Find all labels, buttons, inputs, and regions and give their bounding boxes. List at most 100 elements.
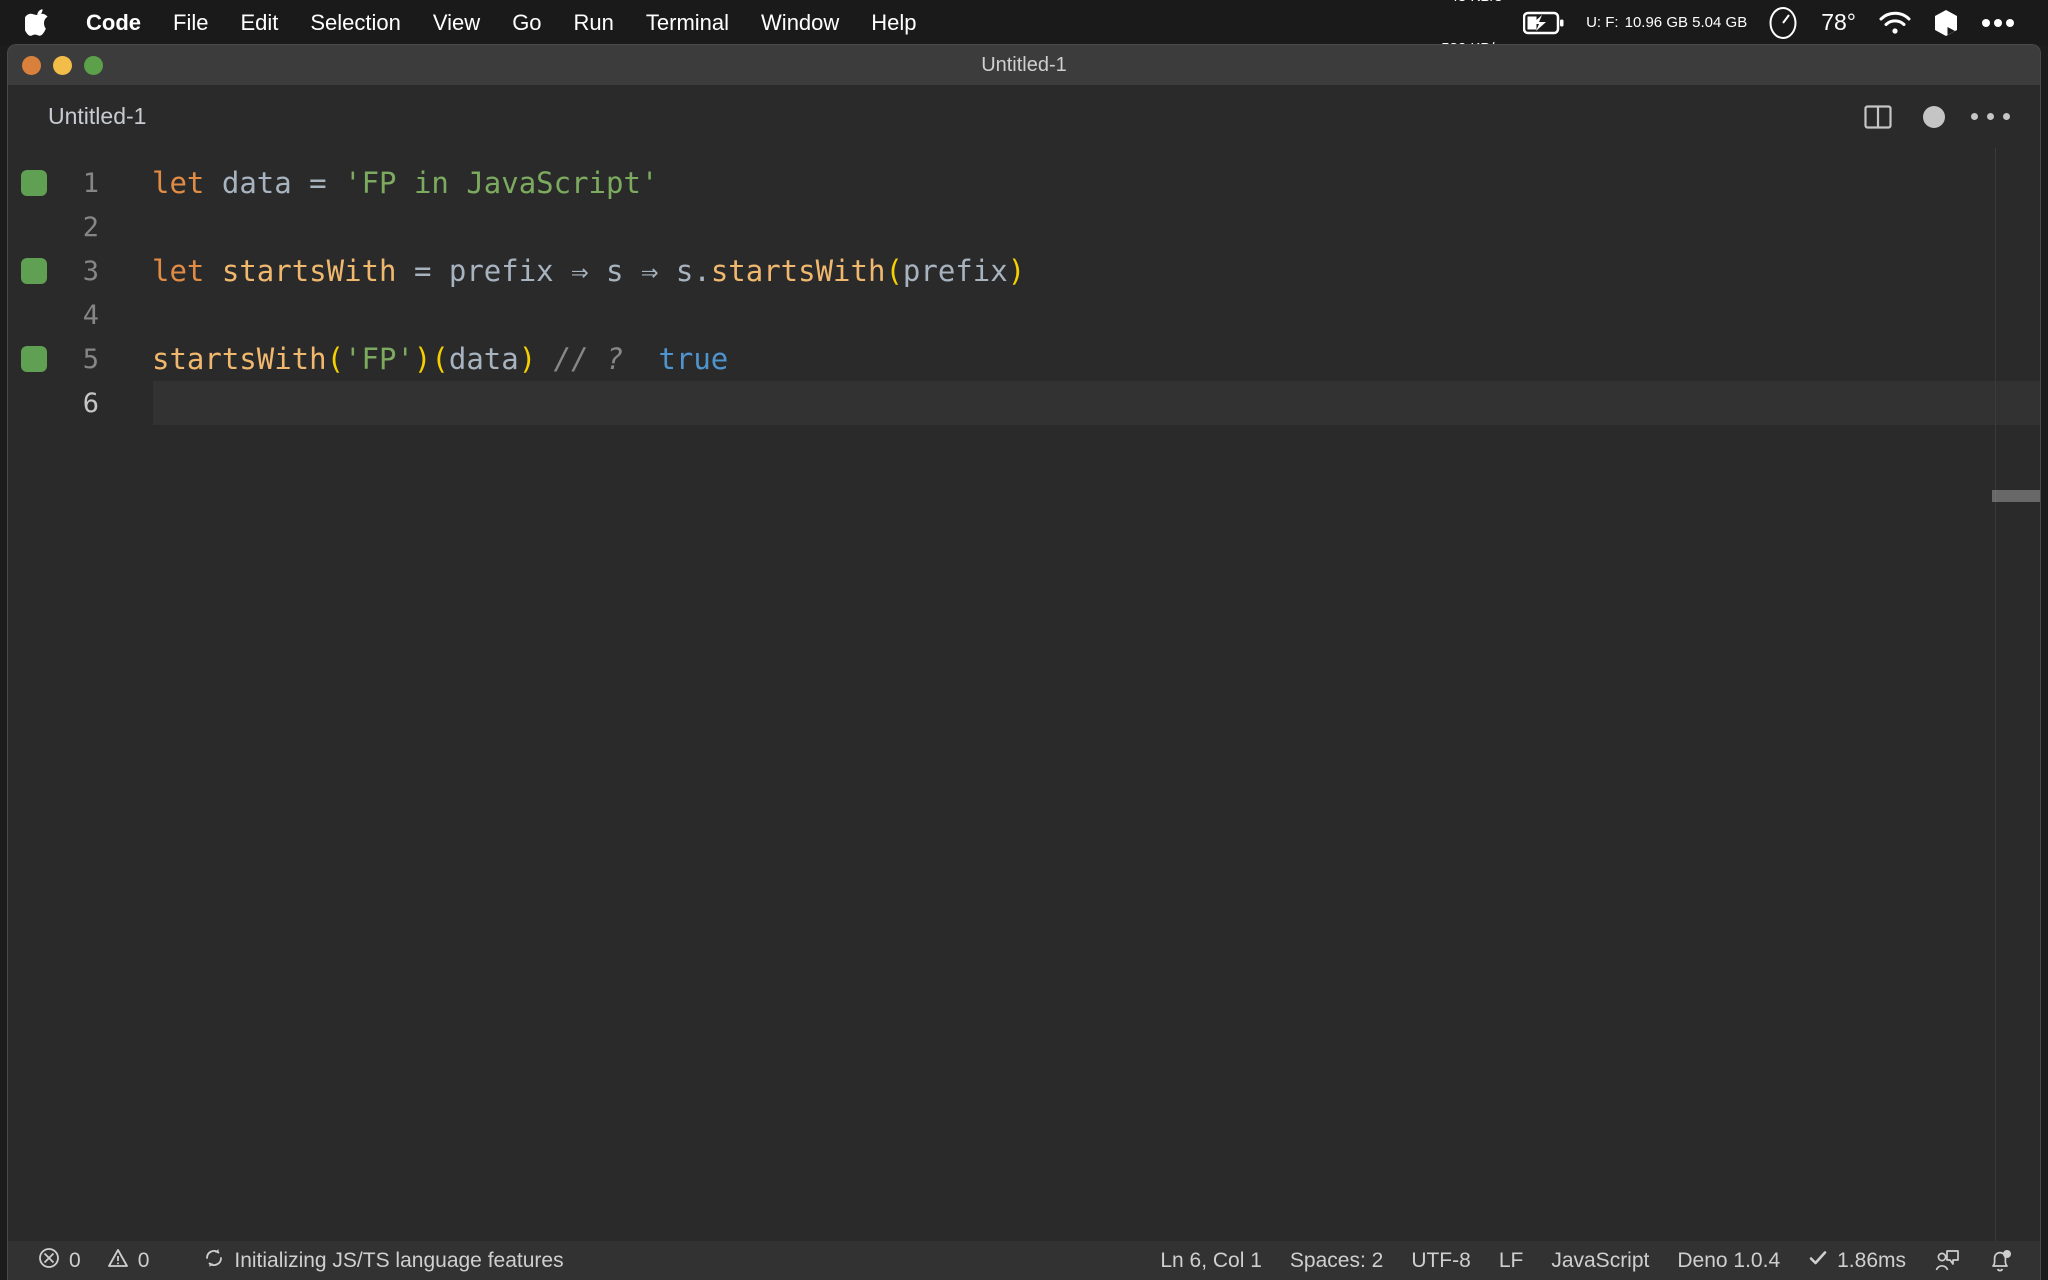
- menu-item-terminal[interactable]: Terminal: [630, 0, 745, 45]
- token-keyword: let: [152, 166, 205, 200]
- split-editor-icon[interactable]: [1850, 89, 1906, 145]
- apple-logo-icon[interactable]: [22, 6, 52, 40]
- memory-used-label: U:: [1586, 13, 1602, 31]
- status-bar: 0 0 Initializing JS/TS language features…: [8, 1241, 2040, 1280]
- token-bracket-open: (: [326, 342, 345, 376]
- menu-item-help[interactable]: Help: [855, 0, 932, 45]
- vscode-window: Untitled-1 Untitled-1 1 let data = 'FP i…: [8, 45, 2040, 1280]
- wifi-icon[interactable]: [1868, 11, 1922, 35]
- runtime-status[interactable]: Deno 1.0.4: [1663, 1241, 1794, 1280]
- temperature-indicator[interactable]: 78°: [1809, 9, 1868, 36]
- memory-free-label: F:: [1605, 13, 1619, 31]
- code-line-6[interactable]: 6: [8, 381, 2040, 425]
- token-operator: =: [413, 254, 432, 288]
- tab-label: Untitled-1: [48, 103, 147, 129]
- token-call: startsWith: [152, 342, 327, 376]
- code-line-1[interactable]: 1 let data = 'FP in JavaScript': [8, 161, 2040, 205]
- unsaved-dot-icon[interactable]: [1906, 89, 1962, 145]
- token-keyword: let: [152, 254, 205, 288]
- menu-item-code[interactable]: Code: [70, 0, 157, 45]
- more-actions-icon[interactable]: [1962, 89, 2018, 145]
- token-param-s: s: [606, 254, 624, 288]
- editor-scrollbar-thumb[interactable]: [1992, 490, 2040, 502]
- token-bracket-close: ): [1007, 254, 1026, 288]
- line-content: let startsWith = prefix ⇒ s ⇒ s.startsWi…: [130, 254, 1025, 288]
- feedback-icon[interactable]: [1920, 1241, 1974, 1280]
- code-line-5[interactable]: 5 startsWith('FP')(data) // ? true: [8, 337, 2040, 381]
- minimize-button[interactable]: [53, 55, 72, 75]
- warning-triangle-icon: [107, 1247, 129, 1275]
- eol-status[interactable]: LF: [1485, 1241, 1538, 1280]
- token-argument: data: [448, 342, 519, 376]
- token-comment: // ?: [553, 342, 624, 376]
- menubar-left-group: Code File Edit Selection View Go Run Ter…: [0, 0, 933, 45]
- line-content: startsWith('FP')(data) // ? true: [130, 342, 728, 376]
- line-number: 6: [82, 387, 99, 419]
- menu-item-view[interactable]: View: [417, 0, 496, 45]
- bell-dot-icon[interactable]: [1974, 1241, 2026, 1280]
- error-count: 0: [69, 1248, 81, 1272]
- menu-item-go[interactable]: Go: [496, 0, 557, 45]
- token-argument: prefix: [902, 254, 1008, 288]
- inline-result-value: true: [658, 342, 729, 376]
- encoding-status[interactable]: UTF-8: [1397, 1241, 1485, 1280]
- status-bar-right: Ln 6, Col 1 Spaces: 2 UTF-8 LF JavaScrip…: [1146, 1241, 2040, 1280]
- memory-used-value: 10.96 GB: [1624, 13, 1688, 31]
- quokka-marker-icon: [21, 170, 47, 196]
- maximize-button[interactable]: [84, 55, 103, 75]
- traffic-lights: [22, 45, 103, 85]
- code-line-4[interactable]: 4: [8, 293, 2040, 337]
- check-icon: [1808, 1248, 1828, 1274]
- speedometer-icon[interactable]: [1757, 6, 1809, 40]
- control-center-icon[interactable]: [1922, 9, 1970, 37]
- status-bar-left: 0 0 Initializing JS/TS language features: [8, 1241, 578, 1280]
- problems-status[interactable]: 0 0: [24, 1241, 163, 1280]
- token-object: s.: [675, 254, 711, 288]
- code-editor[interactable]: 1 let data = 'FP in JavaScript' 2 3 let …: [8, 148, 2040, 1241]
- menu-item-selection[interactable]: Selection: [294, 0, 417, 45]
- ellipsis-icon[interactable]: [1970, 18, 2026, 28]
- menu-item-file[interactable]: File: [157, 0, 224, 45]
- token-operator: =: [309, 166, 327, 200]
- token-function-name: startsWith: [221, 254, 397, 288]
- code-line-2[interactable]: 2: [8, 205, 2040, 249]
- token-variable: data: [221, 166, 292, 200]
- token-bracket-open: (: [431, 342, 449, 376]
- line-content: let data = 'FP in JavaScript': [130, 166, 658, 200]
- execution-time-status[interactable]: 1.86ms: [1794, 1241, 1920, 1280]
- token-arrow: ⇒: [571, 254, 589, 288]
- editor-tabbar: Untitled-1: [8, 85, 2040, 148]
- line-number: 4: [82, 299, 99, 331]
- token-bracket-close: ): [518, 342, 537, 376]
- language-mode-status[interactable]: JavaScript: [1537, 1241, 1663, 1280]
- token-string: 'FP in JavaScript': [344, 166, 659, 200]
- overview-ruler-divider: [1995, 148, 1996, 1241]
- menu-item-edit[interactable]: Edit: [224, 0, 294, 45]
- cursor-position-status[interactable]: Ln 6, Col 1: [1146, 1241, 1276, 1280]
- memory-indicator[interactable]: U: F: 10.96 GB 5.04 GB: [1576, 14, 1757, 31]
- network-upload-speed: 48 KB/s: [1441, 0, 1503, 5]
- menu-item-window[interactable]: Window: [745, 0, 855, 45]
- window-title: Untitled-1: [981, 53, 1067, 76]
- current-line-highlight: [153, 381, 2040, 425]
- tab-untitled-1[interactable]: Untitled-1: [8, 85, 173, 148]
- editor-action-group: [1850, 89, 2040, 145]
- language-task-status[interactable]: Initializing JS/TS language features: [189, 1241, 577, 1280]
- token-arrow: ⇒: [640, 254, 659, 288]
- close-button[interactable]: [22, 55, 41, 75]
- indentation-status[interactable]: Spaces: 2: [1276, 1241, 1397, 1280]
- menu-item-run[interactable]: Run: [558, 0, 630, 45]
- window-titlebar: Untitled-1: [8, 45, 2040, 85]
- task-label: Initializing JS/TS language features: [234, 1248, 564, 1272]
- code-line-3[interactable]: 3 let startsWith = prefix ⇒ s ⇒ s.starts…: [8, 249, 2040, 293]
- token-string: 'FP': [344, 342, 414, 376]
- battery-charging-icon[interactable]: [1512, 11, 1576, 35]
- quokka-marker-icon: [21, 346, 47, 372]
- token-method: startsWith: [710, 254, 886, 288]
- warning-count: 0: [137, 1248, 150, 1272]
- quokka-marker-icon: [21, 258, 47, 284]
- line-number: 2: [82, 211, 99, 243]
- error-circle-icon: [38, 1247, 60, 1275]
- sync-spinner-icon: [203, 1247, 225, 1275]
- memory-free-value: 5.04 GB: [1692, 13, 1748, 31]
